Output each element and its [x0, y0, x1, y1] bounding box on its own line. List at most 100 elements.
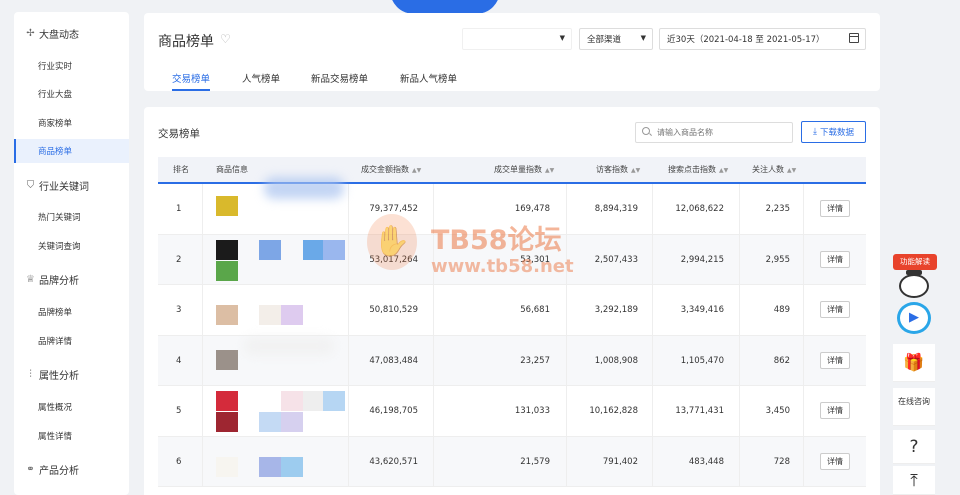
date-range-picker[interactable]: 近30天（2021-04-18 至 2021-05-17） — [659, 28, 866, 50]
column-divider — [433, 335, 434, 385]
sidebar-group-brand[interactable]: ♕ 品牌分析 — [14, 268, 129, 290]
column-divider — [433, 285, 434, 335]
rank-cell: 6 — [176, 456, 182, 467]
feature-explain-tag[interactable]: 功能解读 — [893, 254, 937, 270]
product-thumbnail[interactable] — [216, 196, 238, 216]
sidebar-group-products[interactable]: ⚭ 产品分析 — [14, 458, 129, 480]
product-thumbnail[interactable] — [323, 391, 345, 411]
tab-trade-ranking[interactable]: 交易榜单 — [172, 71, 211, 91]
col-orders-index[interactable]: 成交单量指数 ▲▼ — [494, 157, 554, 182]
download-icon: ⤓ — [813, 127, 817, 137]
orders-cell: 131,033 — [514, 406, 550, 416]
detail-button[interactable]: 详情 — [820, 452, 850, 470]
orders-cell: 53,301 — [520, 254, 550, 265]
column-divider — [348, 285, 349, 335]
product-thumbnail[interactable] — [303, 239, 325, 260]
sidebar-item-brand-detail[interactable]: 品牌详情 — [14, 329, 129, 353]
calendar-icon — [849, 33, 859, 43]
column-divider — [202, 285, 203, 335]
col-search-click-index[interactable]: 搜索点击指数 ▲▼ — [668, 157, 728, 182]
follows-cell: 489 — [773, 305, 790, 315]
product-thumbnail[interactable] — [216, 412, 238, 432]
product-thumbnail[interactable] — [259, 456, 281, 477]
sidebar-group-attributes[interactable]: ⫶ 属性分析 — [14, 363, 129, 385]
product-thumbnail[interactable] — [259, 239, 281, 260]
column-divider — [348, 184, 349, 234]
sidebar-item-shop-ranking[interactable]: 商家榜单 — [14, 111, 129, 135]
product-thumbnail[interactable] — [281, 305, 303, 325]
column-divider — [348, 386, 349, 436]
gift-icon[interactable]: 🎁 — [893, 344, 935, 382]
product-thumbnail[interactable] — [216, 239, 238, 260]
col-amount-index[interactable]: 成交金额指数 ▲▼ — [361, 157, 421, 182]
sidebar-item-product-ranking[interactable]: 商品榜单 — [14, 139, 129, 163]
column-divider — [652, 234, 653, 284]
sidebar-item-industry-realtime[interactable]: 行业实时 — [14, 54, 129, 78]
product-thumbnail[interactable] — [216, 391, 238, 411]
detail-button[interactable]: 详情 — [820, 351, 850, 369]
category-select[interactable]: ▼ — [462, 28, 572, 50]
column-divider — [348, 234, 349, 284]
tab-new-trade-ranking[interactable]: 新品交易榜单 — [311, 71, 368, 91]
channel-value: 全部渠道 — [587, 35, 622, 45]
sidebar-item-keyword-query[interactable]: 关键词查询 — [14, 234, 129, 258]
visitors-cell: 791,402 — [602, 456, 638, 467]
product-thumbnail[interactable] — [281, 412, 303, 432]
sidebar-item-brand-ranking[interactable]: 品牌榜单 — [14, 300, 129, 324]
visitors-cell: 8,894,319 — [594, 204, 638, 214]
top-decoration — [390, 0, 500, 14]
online-consult-button[interactable]: 在线咨询 — [893, 388, 935, 426]
floating-toolbar: 功能解读 ▶ 🎁 在线咨询 ? ⤒ — [893, 254, 937, 495]
column-divider — [566, 436, 567, 486]
product-thumbnail[interactable] — [216, 349, 238, 370]
product-thumbnail[interactable] — [281, 456, 303, 477]
tab-new-popularity-ranking[interactable]: 新品人气榜单 — [400, 71, 457, 91]
search-input[interactable] — [635, 122, 793, 143]
column-divider — [202, 335, 203, 385]
col-follows[interactable]: 关注人数 ▲▼ — [752, 157, 796, 182]
play-video-icon[interactable]: ▶ — [897, 302, 931, 334]
column-divider — [652, 335, 653, 385]
column-divider — [202, 234, 203, 284]
detail-button[interactable]: 详情 — [820, 301, 850, 318]
back-to-top-icon[interactable]: ⤒ — [893, 466, 935, 495]
product-thumbnail[interactable] — [323, 239, 345, 260]
detail-button[interactable]: 详情 — [820, 402, 850, 419]
question-icon[interactable]: ? — [893, 430, 935, 464]
product-thumbnail[interactable] — [303, 391, 325, 411]
product-thumbnail[interactable] — [281, 391, 303, 411]
sidebar-item-industry-overview[interactable]: 行业大盘 — [14, 82, 129, 106]
detail-button[interactable]: 详情 — [820, 200, 850, 217]
column-divider — [739, 335, 740, 385]
column-divider — [202, 436, 203, 486]
follows-cell: 2,235 — [765, 204, 790, 214]
sort-icon: ▲▼ — [719, 167, 729, 174]
col-amount-label: 成交金额指数 — [361, 165, 409, 174]
column-divider — [803, 335, 804, 385]
col-visitors-label: 访客指数 — [596, 165, 628, 174]
date-range-value: 近30天（2021-04-18 至 2021-05-17） — [667, 35, 825, 45]
product-thumbnail[interactable] — [259, 305, 281, 325]
robot-avatar-icon[interactable] — [899, 270, 929, 298]
download-button[interactable]: ⤓ 下载数据 — [801, 121, 866, 143]
ranking-table: 排名 商品信息 成交金额指数 ▲▼ 成交单量指数 ▲▼ 访客指数 ▲▼ 搜索点击指数 ▲… — [158, 157, 866, 487]
heart-icon[interactable]: ♡ — [220, 32, 231, 46]
visitors-cell: 3,292,189 — [594, 305, 638, 315]
product-thumbnail[interactable] — [216, 260, 238, 281]
sidebar-item-attribute-detail[interactable]: 属性详情 — [14, 424, 129, 448]
col-visitors-index[interactable]: 访客指数 ▲▼ — [596, 157, 640, 182]
product-thumbnail[interactable] — [259, 412, 281, 432]
table-row: 5 46,198,705 131,033 10,162,828 13,771,431 3,… — [158, 386, 866, 437]
product-thumbnail[interactable] — [216, 305, 238, 325]
column-divider — [652, 285, 653, 335]
channel-select[interactable]: 全部渠道 ▼ — [579, 28, 653, 50]
sidebar-item-attribute-overview[interactable]: 属性概况 — [14, 395, 129, 419]
sidebar-group-market[interactable]: ✢ 大盘动态 — [14, 22, 129, 44]
follows-cell: 862 — [773, 355, 790, 366]
detail-button[interactable]: 详情 — [820, 250, 850, 268]
product-thumbnail[interactable] — [216, 456, 238, 477]
column-divider — [739, 285, 740, 335]
tab-popularity-ranking[interactable]: 人气榜单 — [242, 71, 280, 91]
sidebar-group-keywords[interactable]: ⛉ 行业关键词 — [14, 174, 129, 196]
sidebar-item-hot-keywords[interactable]: 热门关键词 — [14, 205, 129, 229]
